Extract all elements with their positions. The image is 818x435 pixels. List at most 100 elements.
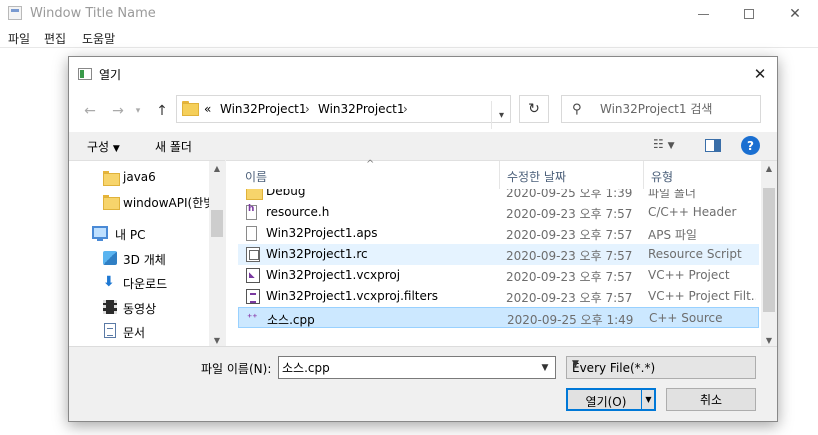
file-row-aps[interactable]: Win32Project1.aps 2020-09-23 오후 7:57 APS… (238, 223, 759, 244)
address-dropdown[interactable]: ▾ (491, 101, 511, 129)
open-options-dropdown[interactable]: ▼ (641, 389, 655, 410)
scroll-up-icon[interactable]: ▲ (209, 161, 225, 175)
file-name: Debug (266, 189, 306, 198)
column-date-modified[interactable]: 수정한 날짜 (500, 161, 644, 189)
up-button[interactable]: ↑ (153, 102, 171, 120)
minimize-button[interactable] (680, 0, 726, 28)
file-name: Win32Project1.aps (266, 226, 378, 240)
cpp-source-icon: ⁺⁺ (247, 313, 258, 324)
new-folder-button[interactable]: 새 폴더 (155, 138, 192, 155)
file-name: Win32Project1.vcxproj (266, 268, 401, 282)
chevron-down-icon: ▼ (572, 359, 579, 369)
nav-item-label: 3D 개체 (123, 253, 166, 267)
dialog-close-button[interactable]: ✕ (745, 60, 775, 88)
menu-file[interactable]: 파일 (8, 30, 30, 47)
file-date: 2020-09-23 오후 7:57 (506, 291, 633, 305)
help-button[interactable]: ? (741, 136, 760, 155)
dialog-titlebar: 열기 ✕ (69, 57, 777, 90)
file-row-vcxproj-filters[interactable]: Win32Project1.vcxproj.filters 2020-09-23… (238, 286, 759, 307)
chevron-right-icon[interactable]: › (403, 102, 408, 116)
scrollbar-thumb[interactable] (763, 188, 775, 312)
nav-item-documents[interactable]: 문서 (69, 320, 209, 344)
maximize-button[interactable] (726, 0, 772, 28)
command-bar: 구성 ▼ 새 폴더 ☷ ▼ ? (69, 132, 777, 160)
address-segment-1[interactable]: Win32Project1 (220, 102, 307, 116)
scroll-down-icon[interactable]: ▼ (761, 333, 777, 347)
file-rows: Debug 2020-09-25 오후 1:39 파일 폴더 resource.… (226, 189, 761, 347)
refresh-icon: ↻ (528, 101, 540, 117)
file-type: C++ Source (649, 311, 723, 325)
minimize-icon (697, 13, 709, 15)
nav-item-downloads[interactable]: ⬇ 다운로드 (69, 271, 209, 295)
file-icon (246, 226, 257, 241)
nav-item-java6[interactable]: java6 (69, 166, 209, 190)
file-row-vcxproj[interactable]: Win32Project1.vcxproj 2020-09-23 오후 7:57… (238, 265, 759, 286)
open-file-dialog: 열기 ✕ ← → ▾ ↑ « Win32Project1 › Win32Proj… (68, 56, 778, 422)
document-icon (104, 323, 116, 338)
menu-bar: 파일 편집 도움말 (0, 28, 818, 48)
view-list-icon: ☷ (653, 137, 664, 151)
filename-dropdown-button[interactable]: ▼ (535, 357, 555, 378)
address-bar[interactable]: « Win32Project1 › Win32Project1 › ▾ (176, 95, 511, 129)
forward-button[interactable]: → (109, 102, 127, 120)
help-icon: ? (747, 138, 754, 153)
open-button[interactable]: 열기(O) ▼ (566, 388, 656, 411)
address-segment-2[interactable]: Win32Project1 (318, 102, 405, 116)
change-view-button[interactable]: ☷ ▼ (653, 137, 693, 155)
folder-icon (182, 101, 199, 116)
menu-help[interactable]: 도움말 (82, 30, 115, 47)
dialog-title: 열기 (99, 68, 122, 82)
organize-button[interactable]: 구성 ▼ (87, 138, 120, 155)
file-row-debug[interactable]: Debug 2020-09-25 오후 1:39 파일 폴더 (238, 189, 759, 202)
file-date: 2020-09-23 오후 7:57 (506, 207, 633, 221)
nav-item-windowapi[interactable]: windowAPI(한빛 (69, 190, 214, 214)
window-title: Window Title Name (30, 6, 156, 21)
file-list-scrollbar[interactable]: ▲ ▼ (761, 161, 777, 347)
chevron-right-icon[interactable]: › (305, 102, 310, 116)
scroll-up-icon[interactable]: ▲ (761, 161, 777, 175)
app-icon (8, 6, 22, 20)
nav-item-videos[interactable]: 동영상 (69, 296, 209, 320)
nav-item-label: 동영상 (123, 302, 157, 316)
chevron-down-icon: ▼ (667, 141, 675, 151)
file-type: VC++ Project Filt... (648, 289, 756, 303)
file-type: APS 파일 (648, 228, 697, 242)
menu-edit[interactable]: 편집 (44, 30, 66, 47)
recent-locations-button[interactable]: ▾ (129, 102, 147, 120)
dialog-icon (78, 68, 92, 80)
maximize-icon (744, 9, 754, 19)
arrow-right-icon: → (112, 103, 124, 119)
address-overflow[interactable]: « (204, 102, 211, 116)
nav-item-label: 다운로드 (123, 277, 168, 291)
open-button-label: 열기(O) (585, 395, 627, 409)
file-name: 소스.cpp (267, 313, 315, 327)
preview-pane-button[interactable] (705, 139, 721, 152)
close-button[interactable]: ✕ (772, 0, 818, 28)
back-button[interactable]: ← (81, 102, 99, 120)
nav-item-label: 문서 (123, 326, 146, 340)
file-type: Resource Script (648, 247, 742, 261)
file-row-source-cpp[interactable]: ⁺⁺ 소스.cpp 2020-09-25 오후 1:49 C++ Source (238, 307, 759, 328)
nav-pane-scrollbar[interactable]: ▲ ▼ (209, 161, 225, 347)
refresh-button[interactable]: ↻ (519, 95, 549, 123)
file-row-rc[interactable]: Win32Project1.rc 2020-09-23 오후 7:57 Reso… (238, 244, 759, 265)
file-name: resource.h (266, 205, 330, 219)
column-type[interactable]: 유형 (644, 161, 761, 189)
vc-filters-icon (246, 289, 260, 304)
scroll-down-icon[interactable]: ▼ (209, 333, 225, 347)
navigation-pane: java6 windowAPI(한빛 내 PC 3D 개체 ⬇ 다운로드 동영상… (69, 160, 225, 347)
chevron-down-icon: ▼ (112, 144, 120, 154)
cancel-button[interactable]: 취소 (666, 388, 756, 411)
file-type: C/C++ Header (648, 205, 737, 219)
filename-input[interactable] (282, 359, 522, 376)
file-type-filter[interactable]: Every File(*.*) ▼ (566, 356, 756, 379)
scrollbar-thumb[interactable] (211, 210, 223, 237)
file-row-resource-h[interactable]: resource.h 2020-09-23 오후 7:57 C/C++ Head… (238, 202, 759, 223)
column-name[interactable]: 이름 (238, 161, 500, 189)
close-icon: ✕ (753, 65, 767, 83)
search-input[interactable] (600, 100, 755, 118)
nav-item-3d-objects[interactable]: 3D 개체 (69, 247, 209, 271)
organize-label: 구성 (87, 140, 110, 154)
navigation-bar: ← → ▾ ↑ « Win32Project1 › Win32Project1 … (69, 90, 777, 132)
nav-item-this-pc[interactable]: 내 PC (69, 222, 209, 246)
